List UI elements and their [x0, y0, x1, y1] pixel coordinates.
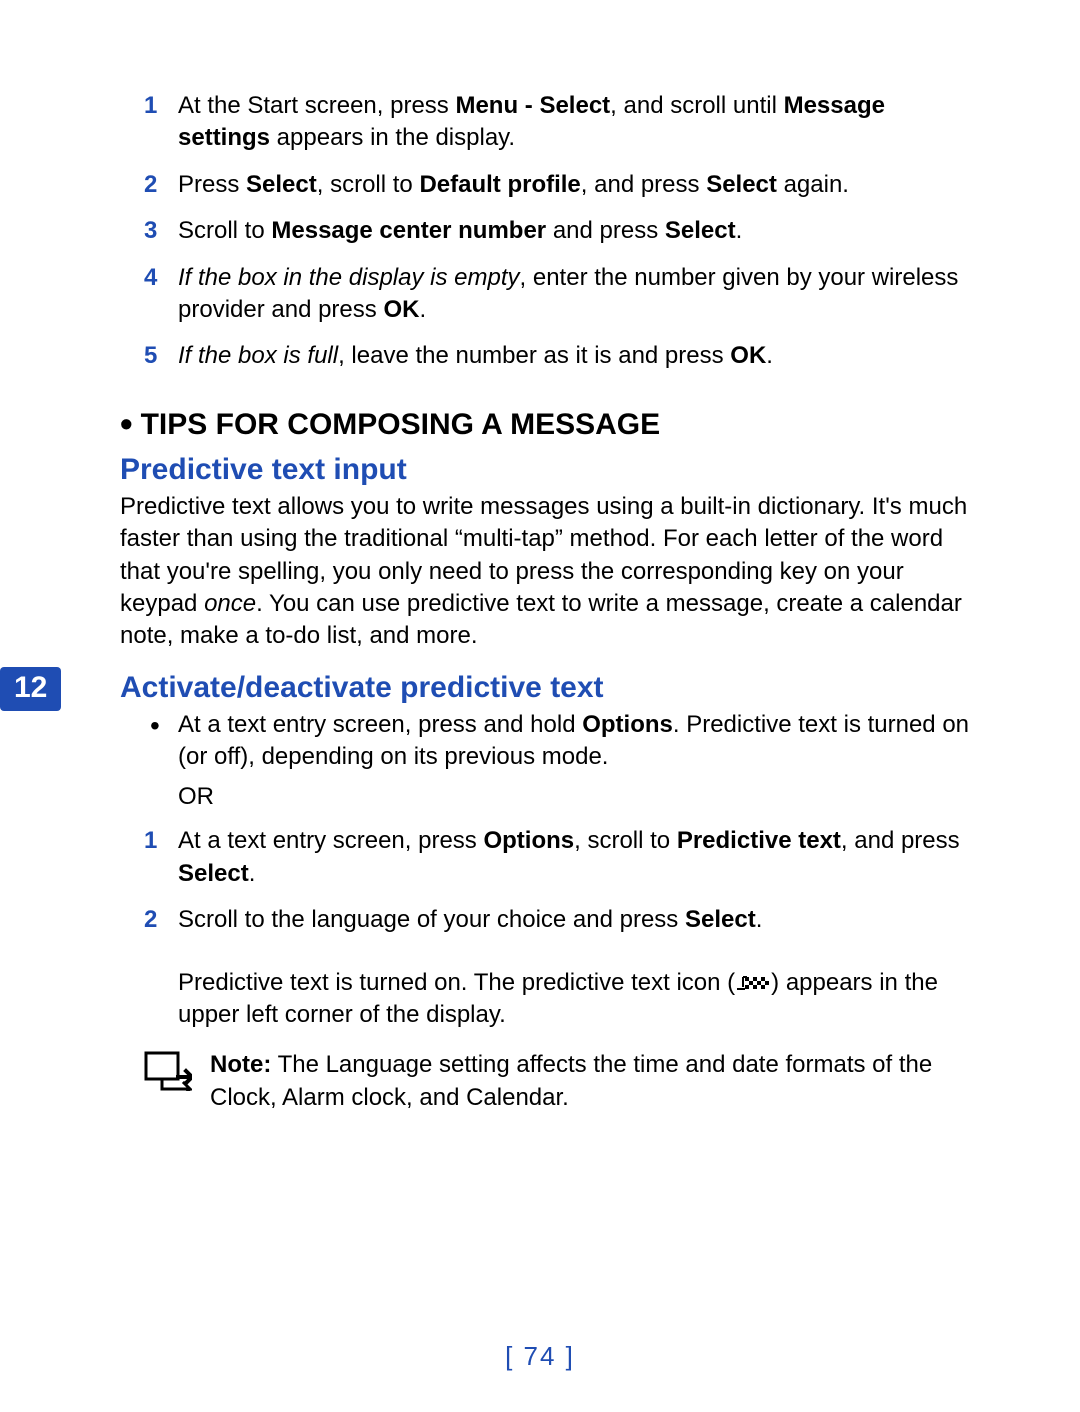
step-number: 1: [144, 90, 157, 122]
steps-bottom: 1At a text entry screen, press Options, …: [144, 825, 980, 936]
section-title-text: TIPS FOR COMPOSING A MESSAGE: [141, 408, 661, 441]
list-item: 3Scroll to Message center number and pre…: [144, 215, 980, 247]
list-item: 4If the box in the display is empty, ent…: [144, 262, 980, 327]
step-number: 1: [144, 825, 157, 857]
list-item: 5If the box is full, leave the number as…: [144, 340, 980, 372]
step-number: 2: [144, 169, 157, 201]
list-item: At a text entry screen, press and hold O…: [144, 709, 980, 774]
step-number: 4: [144, 262, 157, 294]
predictive-paragraph: Predictive text allows you to write mess…: [120, 491, 980, 653]
document-page: 1At the Start screen, press Menu - Selec…: [0, 0, 1080, 1412]
activate-bullet-list: At a text entry screen, press and hold O…: [144, 709, 980, 774]
note-row: Note: The Language setting affects the t…: [144, 1049, 980, 1114]
list-item: 2Press Select, scroll to Default profile…: [144, 169, 980, 201]
subheading-activate: Activate/deactivate predictive text: [120, 671, 980, 705]
step-number: 3: [144, 215, 157, 247]
section-title: •TIPS FOR COMPOSING A MESSAGE: [120, 403, 980, 445]
note-arrow-icon: [144, 1051, 192, 1096]
page-number: [ 74 ]: [0, 1341, 1080, 1372]
chapter-tab: 12: [0, 667, 61, 711]
note-text: Note: The Language setting affects the t…: [210, 1049, 980, 1114]
predictive-text-icon: [735, 974, 771, 992]
subheading-predictive: Predictive text input: [120, 453, 980, 487]
bullet-icon: •: [120, 403, 133, 444]
list-item: 1At a text entry screen, press Options, …: [144, 825, 980, 890]
list-item: 1At the Start screen, press Menu - Selec…: [144, 90, 980, 155]
step-number: 5: [144, 340, 157, 372]
list-item: 2Scroll to the language of your choice a…: [144, 904, 980, 936]
step-number: 2: [144, 904, 157, 936]
steps-top: 1At the Start screen, press Menu - Selec…: [144, 90, 980, 373]
result-paragraph: Predictive text is turned on. The predic…: [178, 967, 980, 1032]
or-label: OR: [178, 783, 980, 811]
